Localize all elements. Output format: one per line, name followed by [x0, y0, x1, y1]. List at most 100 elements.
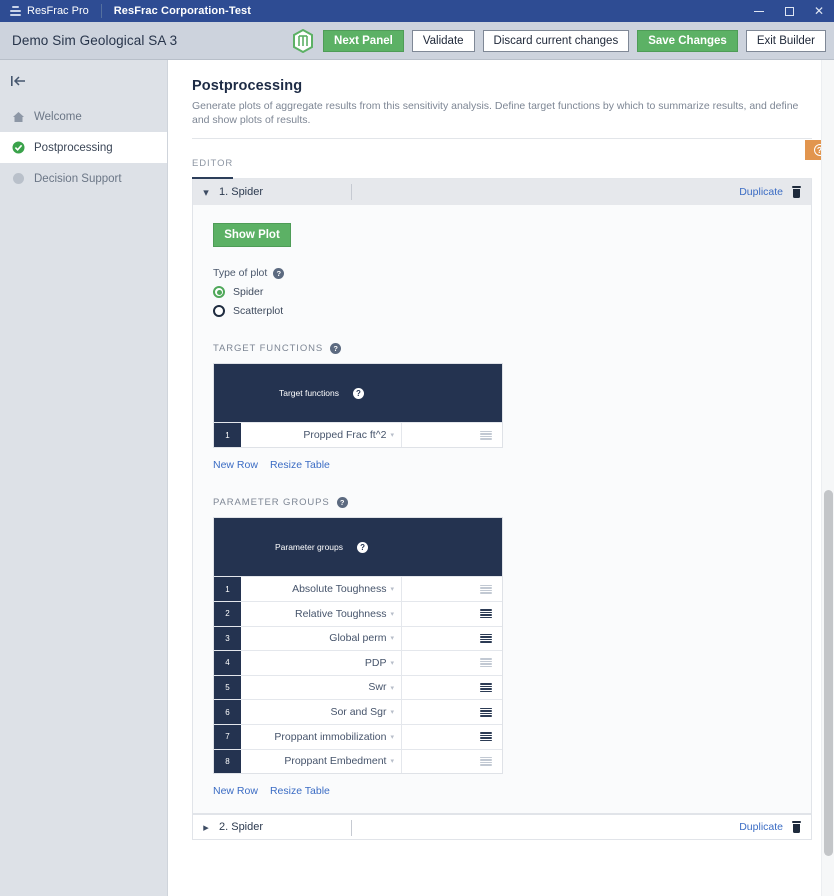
resize-table-link-parameter-groups[interactable]: Resize Table	[270, 785, 330, 797]
help-icon-parameter-groups[interactable]: ?	[337, 497, 348, 508]
minimize-button[interactable]	[744, 0, 774, 22]
drag-handle-icon[interactable]	[480, 634, 492, 643]
table-row: 4PDP▾	[214, 650, 502, 675]
drag-handle-icon[interactable]	[480, 757, 492, 766]
row-actions-cell	[402, 676, 502, 700]
row-value-cell[interactable]: PDP▾	[241, 651, 402, 675]
table-row: 3Global perm▾	[214, 626, 502, 651]
close-button[interactable]: ✕	[804, 0, 834, 22]
chevron-down-icon[interactable]: ▾	[390, 431, 394, 439]
chevron-down-icon[interactable]: ▾	[193, 186, 219, 199]
row-actions-cell	[402, 651, 502, 675]
app-identity: ResFrac Pro	[0, 5, 101, 17]
table-row: 6 Sor and Sgr ▾	[214, 699, 502, 724]
panel-2-title: 2. Spider	[219, 821, 263, 833]
body-wrapper: Welcome Postprocessing Decision Support …	[0, 60, 834, 896]
help-icon-type-of-plot[interactable]: ?	[273, 268, 284, 279]
new-row-link-target-functions[interactable]: New Row	[213, 459, 258, 471]
radio-spider-label: Spider	[233, 286, 263, 298]
table-row: 8 Proppant Embedment ▾	[214, 749, 502, 774]
help-icon-column[interactable]: ?	[357, 542, 368, 553]
chevron-down-icon[interactable]: ▾	[390, 708, 394, 716]
page-description: Generate plots of aggregate results from…	[192, 99, 812, 127]
help-icon-column[interactable]: ?	[353, 388, 364, 399]
radio-scatterplot-icon[interactable]	[213, 305, 225, 317]
panel-spider-1: ▾ 1. Spider Duplicate Show Plot Type of …	[192, 179, 812, 814]
radio-option-scatterplot[interactable]: Scatterplot	[213, 305, 811, 317]
sidebar-collapse-icon[interactable]	[0, 60, 167, 101]
trash-icon[interactable]	[792, 186, 801, 198]
drag-handle-icon[interactable]	[480, 658, 492, 667]
row-value-cell[interactable]: Proppant Embedment ▾	[241, 750, 402, 774]
row-value-cell[interactable]: Relative Toughness▾	[241, 602, 402, 626]
parameter-groups-section-header: PARAMETER GROUPS ?	[213, 497, 811, 508]
row-value-cell[interactable]: Sor and Sgr ▾	[241, 700, 402, 724]
radio-spider-icon[interactable]	[213, 286, 225, 298]
title-divider	[192, 138, 812, 139]
duplicate-link[interactable]: Duplicate	[739, 186, 783, 198]
chevron-right-icon[interactable]: ▸	[193, 821, 219, 834]
exit-builder-button[interactable]: Exit Builder	[746, 30, 826, 52]
row-value-cell[interactable]: Global perm▾	[241, 627, 402, 651]
table-header-parameter-groups: Parameter groups ?	[241, 518, 402, 576]
row-index-cell: 6	[214, 700, 241, 724]
row-value-cell[interactable]: Proppant immobilization ▾	[241, 725, 402, 749]
show-plot-button[interactable]: Show Plot	[213, 223, 291, 247]
app-header: Demo Sim Geological SA 3 Next Panel Vali…	[0, 22, 834, 60]
row-value-label: Swr	[368, 681, 386, 693]
row-value-label: Absolute Toughness	[292, 583, 386, 595]
target-functions-table: Target functions ? 1Propped Frac ft^2▾	[213, 363, 503, 448]
scrollbar-thumb[interactable]	[824, 490, 833, 856]
table-header: Target functions ?	[214, 364, 502, 422]
panel-2-actions: Duplicate	[739, 821, 801, 833]
row-value-label: Proppant Embedment	[284, 755, 386, 767]
chevron-down-icon[interactable]: ▾	[390, 634, 394, 642]
chevron-down-icon[interactable]: ▾	[390, 610, 394, 618]
sidebar-item-decision-support[interactable]: Decision Support	[0, 163, 167, 194]
column-header-label: Parameter groups	[275, 542, 343, 552]
panel-1-title: 1. Spider	[219, 186, 263, 198]
parameter-groups-rows: 1Absolute Toughness▾2Relative Toughness▾…	[214, 576, 502, 773]
drag-handle-icon[interactable]	[480, 585, 492, 594]
row-value-label: Proppant immobilization	[274, 731, 386, 743]
drag-handle-icon[interactable]	[480, 609, 492, 618]
help-icon-target-functions[interactable]: ?	[330, 343, 341, 354]
sidebar-item-welcome[interactable]: Welcome	[0, 101, 167, 132]
drag-handle-icon[interactable]	[480, 431, 492, 440]
validate-button[interactable]: Validate	[412, 30, 475, 52]
trash-icon[interactable]	[792, 821, 801, 833]
save-changes-button[interactable]: Save Changes	[637, 30, 738, 52]
duplicate-link[interactable]: Duplicate	[739, 821, 783, 833]
chevron-down-icon[interactable]: ▾	[390, 733, 394, 741]
chevron-down-icon[interactable]: ▾	[390, 585, 394, 593]
drag-handle-icon[interactable]	[480, 732, 492, 741]
table-header-actions	[402, 364, 502, 422]
drag-handle-icon[interactable]	[480, 708, 492, 717]
new-row-link-parameter-groups[interactable]: New Row	[213, 785, 258, 797]
resize-table-link-target-functions[interactable]: Resize Table	[270, 459, 330, 471]
next-panel-button[interactable]: Next Panel	[323, 30, 404, 52]
row-index-cell: 8	[214, 750, 241, 774]
row-actions-cell	[402, 577, 502, 601]
row-value-cell[interactable]: Swr ▾	[241, 676, 402, 700]
sidebar-item-label: Welcome	[34, 111, 82, 123]
row-value-cell[interactable]: Absolute Toughness ▾	[241, 577, 402, 601]
row-value-cell[interactable]: Propped Frac ft^2▾	[241, 423, 402, 447]
tab-editor[interactable]: EDITOR	[192, 158, 233, 179]
row-value-label: Sor and Sgr	[330, 706, 386, 718]
discard-changes-button[interactable]: Discard current changes	[483, 30, 630, 52]
panel-1-header[interactable]: ▾ 1. Spider Duplicate	[193, 179, 811, 205]
sidebar-item-postprocessing[interactable]: Postprocessing	[0, 132, 167, 163]
organization-label: ResFrac Corporation-Test	[102, 5, 251, 17]
chevron-down-icon[interactable]: ▾	[390, 684, 394, 692]
page-title: Postprocessing	[192, 78, 812, 94]
parameter-groups-label: PARAMETER GROUPS	[213, 497, 330, 508]
drag-handle-icon[interactable]	[480, 683, 492, 692]
panel-spider-2[interactable]: ▸ 2. Spider Duplicate	[192, 814, 812, 840]
chevron-down-icon[interactable]: ▾	[390, 659, 394, 667]
maximize-button[interactable]	[774, 0, 804, 22]
chevron-down-icon[interactable]: ▾	[390, 757, 394, 765]
vertical-scrollbar[interactable]	[821, 60, 834, 896]
target-functions-section-header: TARGET FUNCTIONS ?	[213, 343, 811, 354]
radio-option-spider[interactable]: Spider	[213, 286, 811, 298]
